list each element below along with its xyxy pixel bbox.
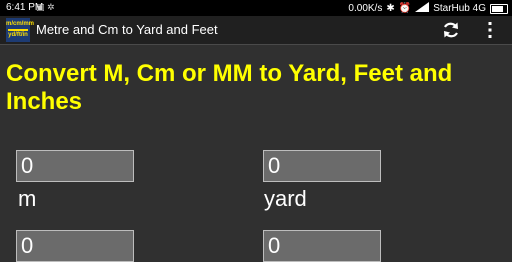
- carrier-name: StarHub 4G: [433, 3, 486, 14]
- signal-icon: [415, 2, 430, 15]
- bluetooth-icon: ✱: [386, 3, 395, 14]
- app-icon: m/cm/mm yd/ft/in: [6, 18, 35, 42]
- data-speed: 0.00K/s: [348, 3, 383, 14]
- overflow-menu-icon[interactable]: [480, 20, 500, 40]
- battery-icon: [490, 3, 508, 14]
- app-icon-text-bottom: yd/ft/in: [8, 32, 28, 38]
- app-icon-text-top: m/cm/mm: [6, 21, 35, 27]
- status-bar: 6:41 PM ▣ ✲ 0.00K/s ✱ ⏰ StarHub 4G: [0, 0, 512, 16]
- cm-input[interactable]: [16, 230, 134, 262]
- refresh-icon[interactable]: [440, 19, 462, 41]
- feet-input[interactable]: [263, 230, 381, 262]
- yard-label: yard: [264, 186, 307, 211]
- yard-input[interactable]: [263, 150, 381, 182]
- metre-label: m: [18, 186, 37, 211]
- app-title: Metre and Cm to Yard and Feet: [36, 22, 218, 37]
- metre-input[interactable]: [16, 150, 134, 182]
- action-bar: m/cm/mm yd/ft/in Metre and Cm to Yard an…: [0, 16, 512, 45]
- page-heading: Convert M, Cm or MM to Yard, Feet and In…: [6, 60, 453, 115]
- notification-icons: ▣ ✲: [36, 2, 55, 12]
- alarm-icon: ⏰: [398, 3, 412, 14]
- status-right: 0.00K/s ✱ ⏰ StarHub 4G: [348, 2, 508, 15]
